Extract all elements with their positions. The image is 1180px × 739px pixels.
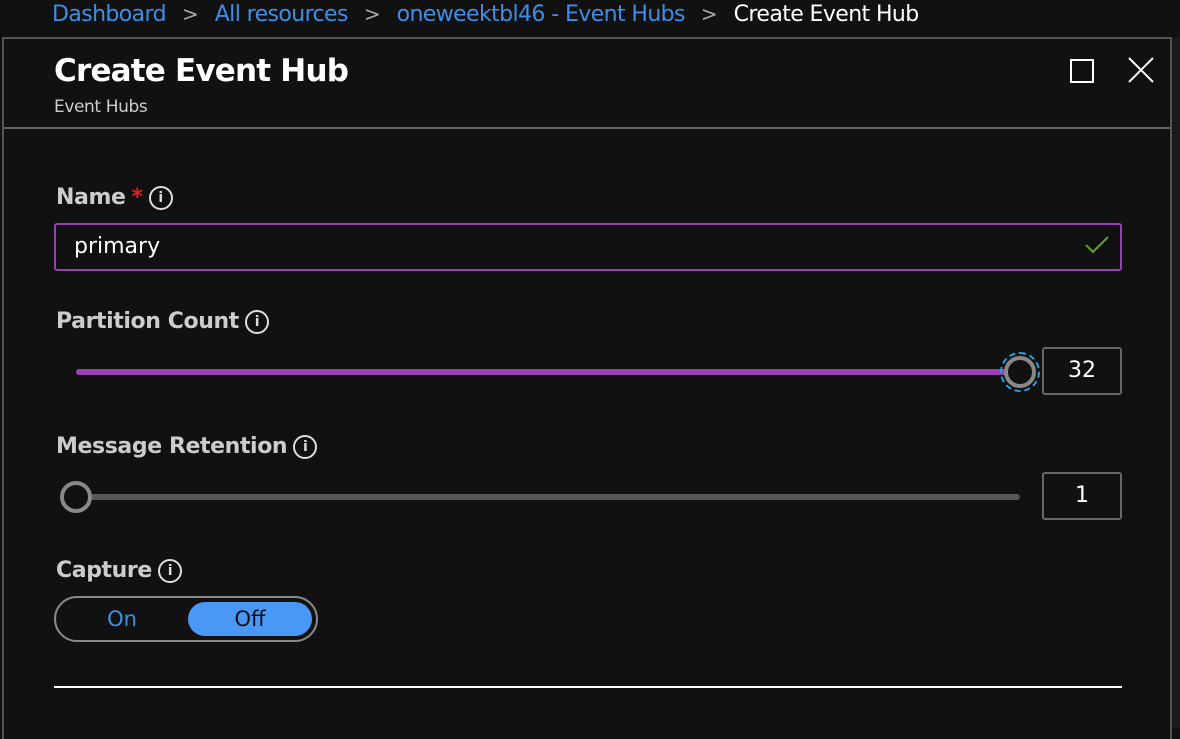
message-retention-slider[interactable] xyxy=(60,481,1020,513)
maximize-icon[interactable] xyxy=(1070,59,1094,83)
breadcrumb-all-resources[interactable]: All resources xyxy=(215,2,349,27)
message-retention-value[interactable]: 1 xyxy=(1042,472,1122,520)
name-label-text: Name xyxy=(56,185,126,210)
breadcrumb-current: Create Event Hub xyxy=(733,1,920,27)
chevron-right-icon: > xyxy=(181,2,199,26)
capture-label-text: Capture xyxy=(56,558,152,583)
page-subtitle: Event Hubs xyxy=(54,97,148,117)
capture-toggle[interactable]: On Off xyxy=(54,596,318,642)
required-marker: * xyxy=(131,185,144,210)
slider-thumb[interactable] xyxy=(1000,352,1040,392)
partition-count-label-text: Partition Count xyxy=(56,309,239,334)
divider xyxy=(54,686,1122,688)
breadcrumb-dashboard[interactable]: Dashboard xyxy=(52,2,167,27)
partition-count-label: Partition Count i xyxy=(56,309,269,334)
name-label: Name * i xyxy=(56,185,173,210)
checkmark-icon xyxy=(1085,236,1109,254)
breadcrumb-namespace[interactable]: oneweektbl46 - Event Hubs xyxy=(397,2,686,27)
message-retention-label: Message Retention i xyxy=(56,434,318,459)
info-icon[interactable]: i xyxy=(293,434,318,459)
panel-header: Create Event Hub Event Hubs xyxy=(4,39,1170,129)
capture-off-option[interactable]: Off xyxy=(188,602,312,636)
name-input[interactable] xyxy=(72,233,1056,260)
page-title: Create Event Hub xyxy=(54,53,349,89)
create-event-hub-panel: Create Event Hub Event Hubs Name * i Par… xyxy=(2,37,1172,739)
capture-on-option[interactable]: On xyxy=(60,602,184,636)
chevron-right-icon: > xyxy=(363,2,381,26)
partition-count-value[interactable]: 32 xyxy=(1042,347,1122,395)
capture-label: Capture i xyxy=(56,558,182,583)
message-retention-label-text: Message Retention xyxy=(56,434,288,459)
chevron-right-icon: > xyxy=(700,2,718,26)
breadcrumb: Dashboard > All resources > oneweektbl46… xyxy=(52,0,919,28)
partition-count-slider[interactable] xyxy=(76,352,1040,392)
slider-fill xyxy=(76,369,1020,375)
close-icon[interactable] xyxy=(1126,55,1156,85)
info-icon[interactable]: i xyxy=(148,185,173,210)
info-icon[interactable]: i xyxy=(157,558,182,583)
slider-thumb[interactable] xyxy=(60,481,92,513)
info-icon[interactable]: i xyxy=(244,309,269,334)
name-field[interactable] xyxy=(54,223,1122,271)
